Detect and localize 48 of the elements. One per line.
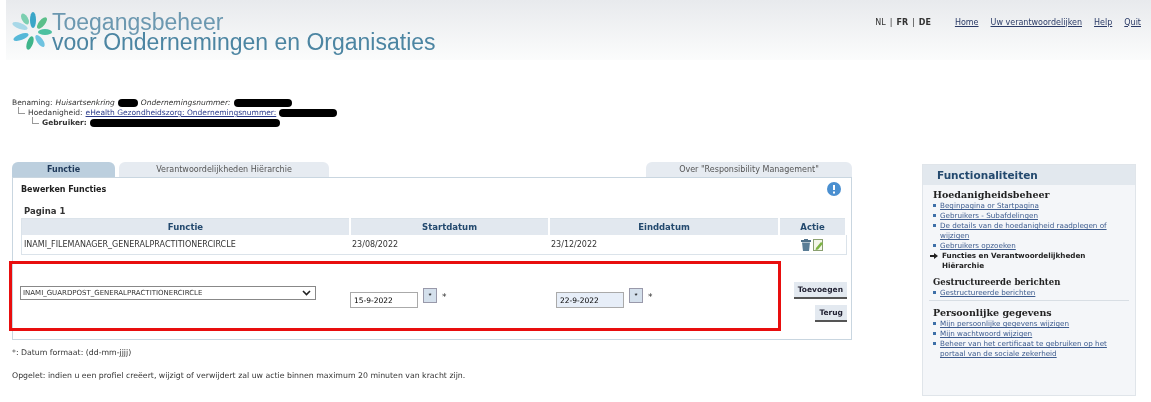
nav-link[interactable]: Uw verantwoordelijken	[990, 17, 1082, 27]
bullet-icon	[933, 244, 936, 247]
calendar-button[interactable]: *	[423, 288, 437, 303]
page-label: Pagina 1	[24, 206, 67, 216]
table-cell: 23/12/2022	[549, 235, 779, 255]
section-title: Gestructureerde berichten	[933, 277, 1062, 287]
column-header: Actie	[779, 218, 846, 235]
language-link[interactable]: DE	[918, 17, 931, 27]
table-cell: INAMI_FILEMANAGER_GENERALPRACTITIONERCIRCLE	[21, 235, 350, 255]
nav-link[interactable]: Quit	[1124, 17, 1141, 27]
redaction-bar	[117, 99, 138, 107]
panel-title: Bewerken Functies	[21, 184, 107, 194]
tab[interactable]: Over "Responsibility Management"	[646, 162, 852, 177]
column-header: Startdatum	[350, 218, 549, 235]
table-cell: 23/08/2022	[350, 235, 549, 255]
section-title: Hoedanigheidsbeheer	[933, 189, 1051, 200]
trash-icon[interactable]	[801, 238, 812, 251]
redaction-bar	[233, 99, 292, 107]
bullet-icon	[933, 342, 936, 345]
sidebar-title: Functionaliteiten	[923, 165, 1135, 185]
language-link[interactable]: NL	[875, 17, 886, 27]
bullet-icon	[933, 332, 936, 335]
tree-line	[18, 107, 25, 114]
bullet-icon	[933, 322, 936, 325]
bullet-icon	[933, 224, 936, 227]
section-title: Persoonlijke gegevens	[933, 307, 1053, 318]
tab[interactable]: Functie	[12, 162, 115, 177]
edit-document-icon[interactable]	[813, 238, 825, 251]
calendar-button[interactable]: *	[629, 288, 643, 303]
bullet-icon	[933, 291, 936, 294]
info-icon[interactable]	[827, 182, 841, 196]
chevron-down-icon	[302, 290, 311, 296]
language-link[interactable]: FR	[896, 17, 909, 27]
flower-logo-icon	[12, 12, 54, 50]
arrow-icon	[930, 253, 938, 259]
tab[interactable]: Verantwoordelijkheden Hiërarchie	[119, 162, 329, 177]
separator: |	[912, 17, 915, 27]
redaction-bar	[279, 109, 338, 117]
bullet-icon	[933, 204, 936, 207]
required-mark: *	[648, 292, 653, 302]
tree-line	[32, 117, 39, 124]
bullet-icon	[933, 214, 936, 217]
column-header: Functie	[21, 218, 350, 235]
separator: |	[889, 17, 893, 27]
nav-link[interactable]: Home	[954, 17, 979, 27]
required-mark: *	[442, 292, 447, 302]
column-header: Einddatum	[549, 218, 779, 235]
nav-link[interactable]: Help	[1094, 17, 1113, 27]
